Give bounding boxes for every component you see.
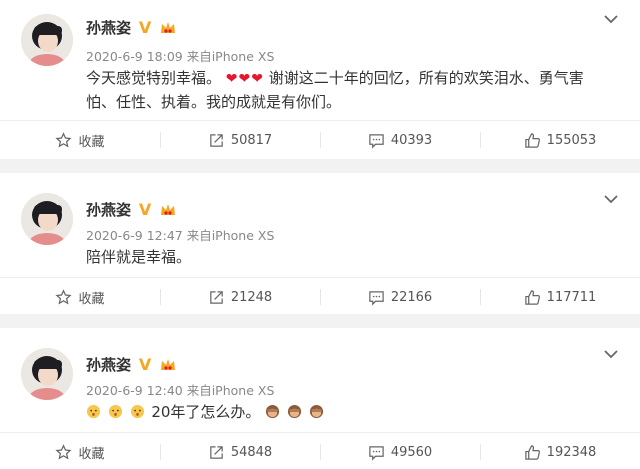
crown-icon (161, 203, 176, 215)
like-count: 155053 (546, 132, 597, 148)
shy-face-emoji-icon (86, 404, 101, 419)
favorite-label: 收藏 (78, 291, 105, 307)
shy-face-emoji-icon (130, 404, 144, 419)
repost-icon (210, 290, 223, 304)
post-text-line: 今天感觉特别幸福。 (86, 69, 222, 87)
comment-icon (369, 133, 384, 149)
chevron-down-icon[interactable] (603, 348, 619, 360)
post-text: 20年了怎么办。 (86, 401, 616, 424)
post-meta: 2020-6-9 12:40 来自iPhone XS (86, 383, 275, 398)
like-count: 117711 (546, 289, 597, 305)
chevron-down-icon[interactable] (603, 13, 619, 25)
author-name[interactable]: 孙燕姿 (86, 354, 131, 375)
star-icon (55, 131, 73, 148)
favorite-label: 收藏 (78, 134, 105, 150)
weibo-feed: 孙燕姿 V 2020-6-9 18:09 来自iPhone XS 今天感觉特别幸… (0, 0, 640, 469)
post-text-line: 谢谢这二十年的回忆，所有的欢笑泪水、勇气害 (268, 69, 584, 87)
repost-button[interactable]: 54848 (160, 433, 320, 469)
author-name-row: 孙燕姿 V (86, 354, 177, 375)
favorite-button[interactable]: 收藏 (0, 278, 160, 316)
repost-icon (210, 133, 223, 147)
post-card: 孙燕姿 V 2020-6-9 12:47 来自iPhone XS 陪伴就是幸福。… (0, 173, 640, 316)
author-name-row: 孙燕姿 V (86, 17, 177, 38)
comment-icon (369, 445, 384, 461)
see-no-evil-monkey-emoji-icon (266, 404, 280, 419)
comment-button[interactable]: 40393 (320, 121, 480, 159)
crown-icon (161, 358, 176, 370)
comment-count: 22166 (390, 289, 433, 305)
like-button[interactable]: 192348 (480, 433, 640, 469)
avatar-image (21, 348, 73, 400)
action-bar: 收藏 21248 22166 117711 (0, 278, 640, 316)
comment-button[interactable]: 49560 (320, 433, 480, 469)
avatar[interactable] (21, 14, 73, 66)
repost-count: 21248 (230, 289, 273, 305)
like-icon (524, 444, 540, 460)
favorite-label: 收藏 (78, 446, 105, 462)
repost-icon (210, 445, 223, 459)
comment-count: 49560 (390, 444, 433, 460)
author-name[interactable]: 孙燕姿 (86, 17, 131, 38)
chevron-down-icon[interactable] (603, 193, 619, 205)
post-text: 陪伴就是幸福。 (86, 246, 616, 269)
verified-badge-icon: V (138, 199, 152, 219)
crown-icon (161, 21, 176, 33)
post-text-line: 20年了怎么办。 (151, 403, 261, 421)
avatar[interactable] (21, 193, 73, 245)
like-button[interactable]: 117711 (480, 278, 640, 316)
avatar-image (21, 14, 73, 66)
comment-count: 40393 (390, 132, 433, 148)
action-bar: 收藏 54848 49560 192348 (0, 433, 640, 469)
post-text: 今天感觉特别幸福。 ❤❤❤ 谢谢这二十年的回忆，所有的欢笑泪水、勇气害 怕、任性… (86, 67, 616, 114)
star-icon (55, 443, 73, 460)
repost-count: 54848 (230, 444, 273, 460)
avatar[interactable] (21, 348, 73, 400)
repost-button[interactable]: 50817 (160, 121, 320, 159)
star-icon (55, 288, 73, 305)
post-meta: 2020-6-9 12:47 来自iPhone XS (86, 228, 275, 243)
see-no-evil-monkey-emoji-icon (287, 404, 302, 419)
post-meta: 2020-6-9 18:09 来自iPhone XS (86, 49, 275, 64)
avatar-image (21, 193, 73, 245)
post-text-line: 陪伴就是幸福。 (86, 248, 192, 266)
verified-badge-icon: V (138, 17, 152, 37)
favorite-button[interactable]: 收藏 (0, 121, 160, 159)
like-count: 192348 (546, 444, 597, 460)
heart-emoji: ❤❤❤ (225, 71, 264, 87)
post-text-line: 怕、任性、执着。我的成就是有你们。 (86, 93, 342, 111)
see-no-evil-monkey-emoji-icon (309, 404, 323, 419)
post-card: 孙燕姿 V 2020-6-9 12:40 来自iPhone XS 20年了怎么办… (0, 328, 640, 469)
post-card: 孙燕姿 V 2020-6-9 18:09 来自iPhone XS 今天感觉特别幸… (0, 0, 640, 159)
like-icon (524, 289, 540, 305)
author-name[interactable]: 孙燕姿 (86, 199, 131, 220)
like-icon (524, 132, 540, 148)
verified-badge-icon: V (138, 354, 152, 374)
like-button[interactable]: 155053 (480, 121, 640, 159)
comment-button[interactable]: 22166 (320, 278, 480, 316)
comment-icon (369, 290, 384, 306)
author-name-row: 孙燕姿 V (86, 199, 177, 220)
action-bar: 收藏 50817 40393 155053 (0, 121, 640, 159)
shy-face-emoji-icon (108, 404, 122, 419)
post-separator (0, 159, 640, 173)
repost-button[interactable]: 21248 (160, 278, 320, 316)
favorite-button[interactable]: 收藏 (0, 433, 160, 469)
post-separator (0, 314, 640, 328)
repost-count: 50817 (230, 132, 273, 148)
